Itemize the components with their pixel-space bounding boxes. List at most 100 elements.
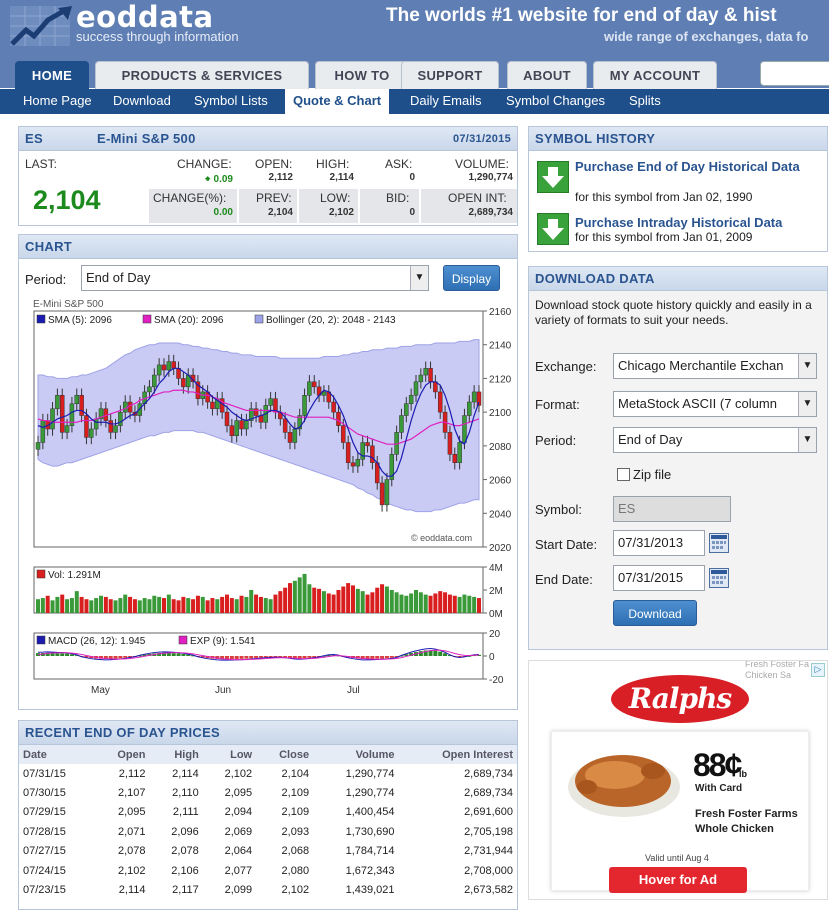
- volume-bar: [288, 583, 292, 613]
- macd-histogram-bar: [181, 653, 186, 656]
- volume-bar: [157, 596, 162, 613]
- macd-histogram-bar: [55, 653, 60, 656]
- chevron-down-icon: ▼: [798, 354, 816, 378]
- table-cell: 07/31/15: [23, 767, 66, 780]
- table-cell: 2,104: [281, 767, 310, 780]
- tab-how-to[interactable]: HOW TO: [315, 61, 409, 89]
- history-intraday-range: for this symbol from Jan 01, 2009: [575, 230, 753, 244]
- nav-home-page[interactable]: Home Page: [23, 89, 92, 114]
- format-select[interactable]: MetaStock ASCII (7 column ▼: [613, 391, 817, 417]
- download-button[interactable]: Download: [613, 600, 697, 626]
- volume-bar: [186, 598, 191, 613]
- volume-bar: [355, 588, 360, 613]
- symbol-input[interactable]: ES: [613, 496, 731, 522]
- candle-body: [50, 408, 55, 430]
- candle-body: [413, 381, 419, 396]
- prev-value: 2,104: [267, 207, 293, 218]
- volume-bar: [225, 594, 229, 613]
- history-link-intraday[interactable]: Purchase Intraday Historical Data: [575, 215, 819, 230]
- nav-daily-emails[interactable]: Daily Emails: [410, 89, 482, 114]
- prices-header-row: Date Open High Low Close Volume Open Interest: [19, 745, 517, 764]
- logo-chart-icon[interactable]: [8, 4, 74, 48]
- candle-body: [55, 395, 60, 410]
- volume-bar: [84, 599, 89, 613]
- volume-bar: [418, 592, 423, 613]
- table-cell: 2,102: [117, 864, 146, 877]
- tab-support[interactable]: SUPPORT: [401, 61, 499, 89]
- zip-checkbox[interactable]: [617, 468, 630, 481]
- quote-name: E-Mini S&P 500: [97, 131, 196, 146]
- macd-histogram-bar: [254, 656, 259, 658]
- ad-brand-logo: Ralphs: [611, 675, 749, 723]
- download-arrow-icon[interactable]: [537, 161, 569, 193]
- volume-bar: [132, 599, 137, 613]
- table-row: 07/24/15 2,102 2,106 2,077 2,080 1,672,343 2,7…: [19, 861, 517, 880]
- volume-bar: [137, 600, 142, 613]
- macd-histogram-bar: [118, 656, 123, 659]
- ad-hover-button[interactable]: Hover for Ad: [609, 867, 747, 893]
- chart-period-value: End of Day: [86, 270, 151, 285]
- advertisement[interactable]: ▷ Fresh Foster Fa Chicken Sa Ralphs 88¢ …: [528, 660, 828, 900]
- table-row: 07/23/15 2,114 2,117 2,099 2,102 1,439,021 2,6…: [19, 880, 517, 899]
- prices-col-high: High: [149, 745, 203, 764]
- tab-my-account[interactable]: MY ACCOUNT: [593, 61, 717, 89]
- volume-bar: [302, 573, 307, 613]
- nav-symbol-changes[interactable]: Symbol Changes: [506, 89, 605, 114]
- macd-histogram-bar: [244, 656, 249, 659]
- nav-symbol-lists[interactable]: Symbol Lists: [194, 89, 268, 114]
- display-button[interactable]: Display: [443, 265, 500, 291]
- nav-quote-chart[interactable]: Quote & Chart: [285, 89, 390, 114]
- candle-body: [152, 374, 157, 388]
- volume-bar: [462, 594, 467, 613]
- history-link-eod[interactable]: Purchase End of Day Historical Data: [575, 160, 819, 174]
- candle-body: [384, 479, 390, 506]
- chart-period-select[interactable]: End of Day ▼: [81, 265, 429, 291]
- table-cell: 2,689,734: [464, 767, 513, 780]
- end-date-input[interactable]: 07/31/2015: [613, 565, 705, 591]
- volume-bar: [191, 599, 196, 613]
- header-search-input[interactable]: [760, 61, 829, 86]
- openint-label: OPEN INT:: [448, 191, 507, 205]
- table-row: 07/27/15 2,078 2,078 2,064 2,068 1,784,714 2,7…: [19, 842, 517, 861]
- volume-bar: [341, 586, 346, 613]
- candle-body: [452, 454, 458, 463]
- macd-histogram-bar: [60, 653, 65, 656]
- nav-splits[interactable]: Splits: [629, 89, 661, 114]
- calendar-icon[interactable]: [709, 533, 729, 553]
- candle-body: [108, 420, 113, 433]
- nav-download[interactable]: Download: [113, 89, 171, 114]
- ad-top-text: Fresh Foster Fa Chicken Sa: [745, 660, 810, 680]
- tab-home[interactable]: HOME: [15, 61, 89, 89]
- macd-histogram-bar: [302, 656, 307, 659]
- exchange-select[interactable]: Chicago Merchantile Exchan ▼: [613, 353, 817, 379]
- volume-bar: [312, 587, 317, 613]
- macd-histogram-bar: [370, 656, 375, 659]
- volume-bar: [142, 598, 147, 613]
- volume-bar: [273, 594, 278, 613]
- download-arrow-icon[interactable]: [537, 213, 569, 245]
- table-cell: 1,290,774: [345, 787, 395, 800]
- legend-label: SMA (5): 2096: [48, 315, 112, 326]
- table-cell: 2,069: [224, 825, 253, 838]
- start-date-input[interactable]: 07/31/2013: [613, 530, 705, 556]
- candle-body: [253, 408, 259, 416]
- tab-products-services[interactable]: PRODUCTS & SERVICES: [95, 61, 309, 89]
- table-cell: 2,102: [224, 767, 253, 780]
- tab-about[interactable]: ABOUT: [507, 61, 587, 89]
- candle-body: [156, 364, 162, 376]
- candle-body: [35, 442, 41, 450]
- table-cell: 2,117: [172, 884, 199, 897]
- prices-col-volume: Volume: [313, 745, 399, 764]
- table-cell: 2,106: [171, 864, 199, 877]
- volume-bar: [283, 587, 288, 613]
- calendar-icon[interactable]: [709, 568, 729, 588]
- table-cell: 1,672,343: [345, 864, 395, 877]
- volume-bar: [447, 594, 452, 613]
- volume-bar: [409, 593, 414, 613]
- macd-histogram-bar: [375, 656, 380, 659]
- download-period-select[interactable]: End of Day ▼: [613, 427, 817, 453]
- table-cell: 2,071: [117, 825, 146, 838]
- symbol-history-heading: SYMBOL HISTORY: [529, 127, 827, 151]
- high-label: HIGH:: [316, 157, 350, 171]
- volume-tick-label: 4M: [489, 563, 503, 574]
